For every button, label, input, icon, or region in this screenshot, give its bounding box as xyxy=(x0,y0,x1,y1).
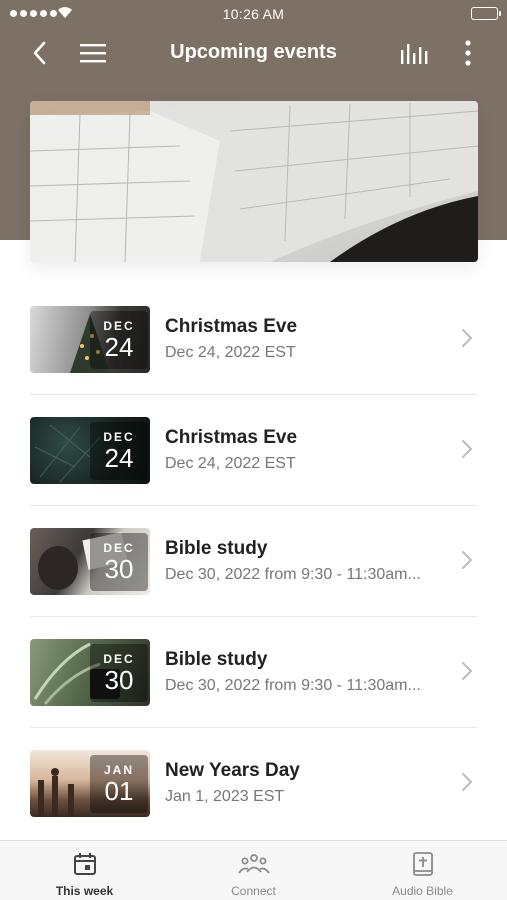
hero-calendar-image xyxy=(30,101,478,262)
tab-audio-bible[interactable]: Audio Bible xyxy=(338,841,507,900)
tab-label: Audio Bible xyxy=(392,884,453,898)
event-title: New Years Day xyxy=(165,760,300,781)
event-thumbnail: DEC 24 xyxy=(30,417,150,484)
nav-bar: Upcoming events xyxy=(0,30,507,76)
chevron-right-icon xyxy=(462,329,473,347)
more-vertical-icon xyxy=(465,40,471,66)
date-badge-day: 01 xyxy=(104,776,134,806)
audio-button[interactable] xyxy=(398,36,432,70)
event-title: Christmas Eve xyxy=(165,316,298,337)
event-row[interactable]: JAN 01 New Years Day Jan 1, 2023 EST xyxy=(30,728,477,839)
date-badge-day: 30 xyxy=(104,554,134,584)
more-options-button[interactable] xyxy=(451,36,485,70)
equalizer-icon xyxy=(401,44,428,64)
date-badge: JAN 01 xyxy=(90,755,148,813)
chevron-right-icon xyxy=(462,440,473,458)
status-bar: 10:26 AM xyxy=(0,0,507,28)
chevron-right-icon xyxy=(462,662,473,680)
calendar-icon xyxy=(73,853,96,875)
date-badge-month: DEC xyxy=(103,541,135,555)
event-thumbnail: JAN 01 xyxy=(30,750,150,817)
date-badge-month: DEC xyxy=(103,652,135,666)
bible-icon xyxy=(412,852,433,876)
event-row[interactable]: DEC 24 Christmas Eve Dec 24, 2022 EST xyxy=(30,284,477,395)
event-title: Christmas Eve xyxy=(165,427,298,448)
event-row[interactable]: DEC 30 Bible study Dec 30, 2022 from 9:3… xyxy=(30,506,477,617)
status-time: 10:26 AM xyxy=(222,6,285,22)
date-badge-month: DEC xyxy=(103,319,135,333)
chevron-right-icon xyxy=(462,551,473,569)
events-list: DEC 24 Christmas Eve Dec 24, 2022 EST DE… xyxy=(30,284,477,839)
event-title: Bible study xyxy=(165,649,268,670)
date-badge: DEC 30 xyxy=(90,644,148,702)
date-badge: DEC 30 xyxy=(90,533,148,591)
event-date: Dec 24, 2022 EST xyxy=(165,455,296,472)
date-badge-month: DEC xyxy=(103,430,135,444)
tab-connect[interactable]: Connect xyxy=(169,841,338,900)
date-badge: DEC 24 xyxy=(90,422,148,480)
event-title: Bible study xyxy=(165,538,268,559)
event-thumbnail: DEC 24 xyxy=(30,306,150,373)
date-badge: DEC 24 xyxy=(90,311,148,369)
date-badge-day: 24 xyxy=(104,443,134,473)
event-thumbnail: DEC 30 xyxy=(30,639,150,706)
battery-icon xyxy=(471,7,501,20)
event-thumbnail: DEC 30 xyxy=(30,528,150,595)
date-badge-month: JAN xyxy=(103,763,134,777)
tab-this-week[interactable]: This week xyxy=(0,841,169,900)
event-date: Jan 1, 2023 EST xyxy=(165,788,285,805)
tab-label: Connect xyxy=(231,884,276,898)
event-date: Dec 30, 2022 from 9:30 - 11:30am... xyxy=(165,677,421,694)
tab-label: This week xyxy=(55,884,114,898)
chevron-right-icon xyxy=(462,773,473,791)
tab-bar: This week Connect Audio Bible xyxy=(0,840,507,900)
event-row[interactable]: DEC 24 Christmas Eve Dec 24, 2022 EST xyxy=(30,395,477,506)
event-date: Dec 30, 2022 from 9:30 - 11:30am... xyxy=(165,566,421,583)
event-date: Dec 24, 2022 EST xyxy=(165,344,296,361)
date-badge-day: 30 xyxy=(104,665,134,695)
people-icon xyxy=(237,854,270,874)
event-row[interactable]: DEC 30 Bible study Dec 30, 2022 from 9:3… xyxy=(30,617,477,728)
date-badge-day: 24 xyxy=(104,332,134,362)
